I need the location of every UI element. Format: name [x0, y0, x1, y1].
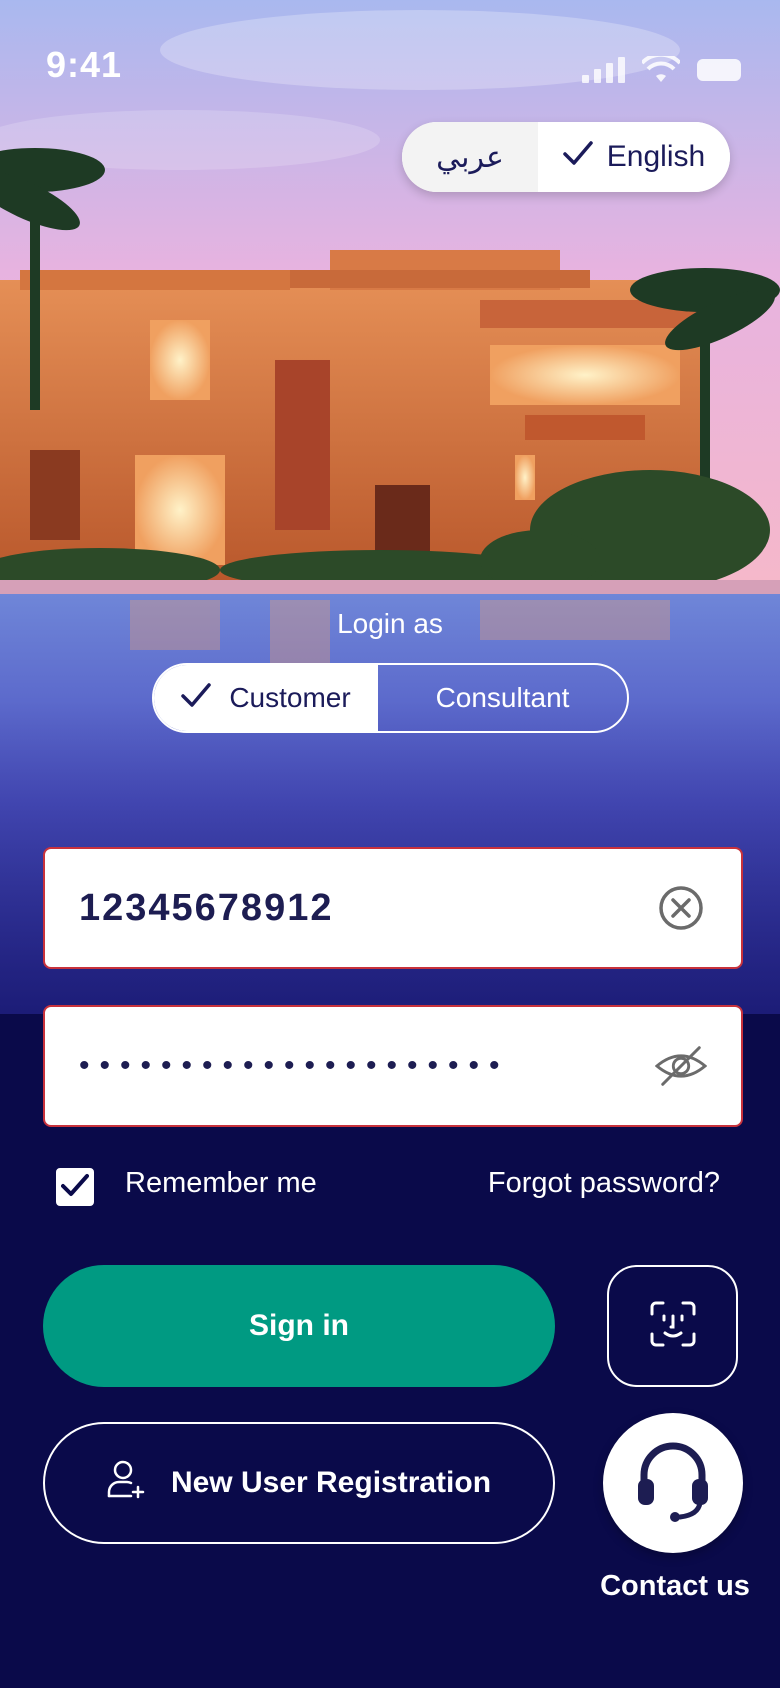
role-customer-label: Customer	[229, 682, 351, 713]
signal-icon	[582, 57, 626, 88]
sign-in-label: Sign in	[249, 1309, 349, 1342]
language-switch: عربي English	[402, 122, 730, 192]
role-option-customer[interactable]: Customer	[154, 665, 378, 731]
wifi-icon	[640, 52, 682, 89]
remember-me-label[interactable]: Remember me	[125, 1167, 317, 1200]
role-switch: Customer Consultant	[152, 663, 629, 733]
phone-field[interactable]: 12345678912	[43, 847, 743, 969]
language-arabic-label: عربي	[436, 140, 504, 174]
face-id-button[interactable]	[607, 1265, 738, 1387]
contact-us-label: Contact us	[600, 1570, 750, 1602]
status-time: 9:41	[46, 44, 123, 85]
face-id-icon	[649, 1300, 697, 1353]
status-icons	[582, 52, 744, 89]
check-icon	[181, 682, 212, 715]
contact-us-button[interactable]	[603, 1413, 743, 1553]
check-icon	[61, 1173, 89, 1202]
eye-off-icon[interactable]	[655, 1040, 707, 1092]
language-english-label: English	[606, 140, 706, 173]
role-consultant-label: Consultant	[435, 682, 570, 713]
password-field[interactable]: •••••••••••••••••••••	[43, 1005, 743, 1127]
language-option-arabic[interactable]: عربي	[402, 122, 538, 192]
clear-icon[interactable]	[655, 882, 707, 934]
forgot-password-link[interactable]: Forgot password?	[488, 1167, 720, 1200]
battery-icon	[696, 58, 744, 87]
new-user-registration-button[interactable]: New User Registration	[43, 1422, 555, 1544]
headset-icon	[634, 1439, 712, 1528]
language-option-english[interactable]: English	[538, 122, 730, 192]
new-user-registration-label: New User Registration	[170, 1466, 492, 1499]
add-user-icon	[107, 1459, 145, 1507]
role-option-consultant[interactable]: Consultant	[378, 665, 627, 731]
login-as-label: Login as	[337, 608, 443, 639]
check-icon	[563, 140, 593, 174]
remember-me-checkbox[interactable]	[56, 1168, 94, 1206]
phone-value: 12345678912	[79, 886, 334, 929]
login-screen: 9:41 عربي English Login as Customer Cons…	[0, 0, 780, 1688]
password-value: •••••••••••••••••••••	[79, 1049, 510, 1082]
sign-in-button[interactable]: Sign in	[43, 1265, 555, 1387]
